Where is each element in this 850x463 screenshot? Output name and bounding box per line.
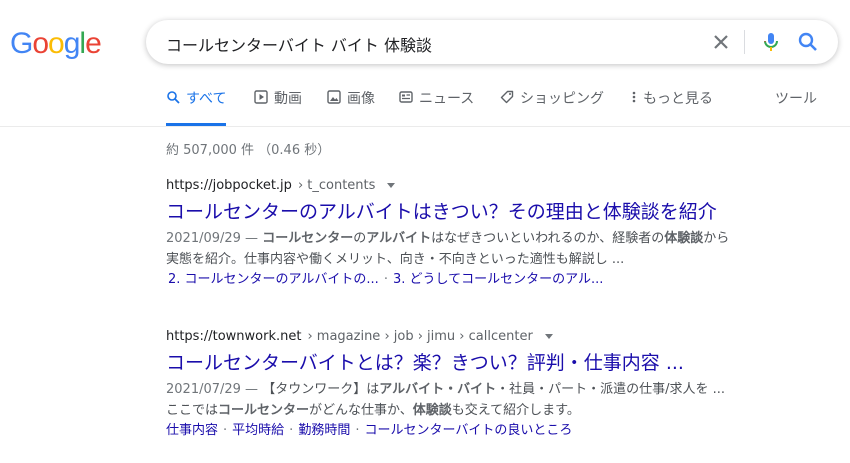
url-host: https://townwork.net	[166, 329, 302, 344]
snippet-bold: 体験談	[664, 231, 704, 246]
snippet-text: ここでは	[166, 403, 219, 418]
sitelink[interactable]: 仕事内容	[166, 423, 218, 438]
snippet-bold: 体験談	[412, 403, 452, 418]
snippet-text: はなぜきついといわれるのか、経験者の	[431, 231, 665, 246]
microphone-icon	[764, 33, 778, 51]
result-stats: 約 507,000 件 （0.46 秒）	[166, 143, 331, 158]
result-snippet: 2021/07/29 — 【タウンワーク】はアルバイト・バイト・社員・パート・派…	[166, 379, 806, 421]
clear-button[interactable]	[709, 30, 733, 54]
search-tabs: すべて 動画 画像 ニュース ショッピング もっと見る ツール	[166, 88, 850, 126]
tab-label: すべて	[186, 91, 227, 107]
snippet-text: の	[353, 231, 367, 246]
close-icon	[714, 35, 728, 49]
result-date: 2021/09/29 —	[166, 231, 263, 246]
video-icon	[254, 90, 268, 104]
snippet-text: も交えて紹介します。	[451, 403, 580, 418]
sitelink[interactable]: 平均時給	[232, 423, 284, 438]
result-url[interactable]: https://townwork.net › magazine › job › …	[166, 329, 806, 344]
result-title-link[interactable]: コールセンターバイトとは？楽？きつい？評判・仕事内容 ...	[166, 348, 806, 375]
chevron-down-icon[interactable]	[544, 334, 553, 339]
sitelinks: 2. コールセンターのアルバイトの... · 3. どうしてコールセンターのアル..…	[168, 270, 806, 290]
tab-label: 動画	[274, 91, 302, 107]
sitelink[interactable]: 3. どうしてコールセンターのアル...	[393, 272, 603, 287]
sitelink-separator: ·	[223, 423, 228, 438]
tab-all[interactable]: すべて	[166, 88, 227, 126]
tag-icon	[500, 90, 514, 104]
snippet-bold: コールセンター	[218, 403, 310, 418]
sitelink[interactable]: 2. コールセンターのアルバイトの...	[168, 272, 379, 287]
tabs-divider	[0, 126, 850, 127]
result-url[interactable]: https://jobpocket.jp › t_contents	[166, 178, 806, 193]
image-icon	[327, 90, 341, 104]
tab-images[interactable]: 画像	[327, 88, 375, 125]
tab-label: 画像	[347, 91, 375, 107]
url-host: https://jobpocket.jp	[166, 178, 292, 193]
tab-label: ショッピング	[520, 91, 604, 107]
snippet-text: 【タウンワーク】は	[262, 382, 380, 397]
snippet-bold: アルバイト・バイト	[379, 382, 497, 397]
snippet-text: 実態を紹介。仕事内容や働くメリット、向き・不向きといった適性も解説し ...	[166, 252, 625, 267]
result-date: 2021/07/29 —	[166, 382, 263, 397]
news-icon	[399, 91, 413, 103]
tab-label: もっと見る	[643, 91, 713, 107]
url-path: › t_contents	[297, 178, 376, 193]
more-vert-icon	[632, 91, 636, 103]
sitelink-separator: ·	[289, 423, 294, 438]
search-result: https://jobpocket.jp › t_contents コールセンタ…	[166, 178, 806, 290]
tab-more[interactable]: もっと見る	[631, 88, 713, 125]
snippet-text: から	[703, 231, 730, 246]
google-logo[interactable]: Google	[10, 27, 102, 61]
chevron-down-icon[interactable]	[387, 183, 396, 188]
sitelink-separator: ·	[355, 423, 360, 438]
search-button[interactable]	[796, 30, 820, 54]
search-icon	[798, 32, 817, 51]
sitelink[interactable]: コールセンターバイトの良いところ	[364, 423, 572, 438]
tab-shopping[interactable]: ショッピング	[500, 88, 604, 125]
search-icon	[167, 91, 180, 104]
search-box[interactable]: コールセンターバイト バイト 体験談	[146, 20, 838, 64]
tab-news[interactable]: ニュース	[399, 88, 474, 125]
snippet-bold: コールセンター	[262, 231, 354, 246]
tools-label: ツール	[775, 91, 817, 107]
sitelinks: 仕事内容 · 平均時給 · 勤務時間 · コールセンターバイトの良いところ	[166, 421, 806, 441]
search-result: https://townwork.net › magazine › job › …	[166, 329, 806, 441]
sitelink[interactable]: 勤務時間	[298, 423, 350, 438]
result-snippet: 2021/09/29 — コールセンターのアルバイトはなぜきついといわれるのか、…	[166, 228, 806, 270]
snippet-bold: アルバイト	[366, 231, 432, 246]
search-divider	[744, 30, 745, 54]
snippet-text: ・社員・パート・派遣の仕事/求人を ...	[496, 382, 726, 397]
url-path: › magazine › job › jimu › callcenter	[307, 329, 533, 344]
sitelink-separator: ·	[383, 272, 388, 287]
tab-label: ニュース	[419, 91, 475, 107]
voice-search-button[interactable]	[759, 30, 783, 54]
result-title-link[interactable]: コールセンターのアルバイトはきつい？その理由と体験談を紹介	[166, 197, 806, 224]
search-input[interactable]: コールセンターバイト バイト 体験談	[166, 32, 432, 56]
snippet-text: がどんな仕事か、	[309, 403, 413, 418]
tab-videos[interactable]: 動画	[254, 88, 302, 125]
tools-button[interactable]: ツール	[775, 88, 817, 125]
